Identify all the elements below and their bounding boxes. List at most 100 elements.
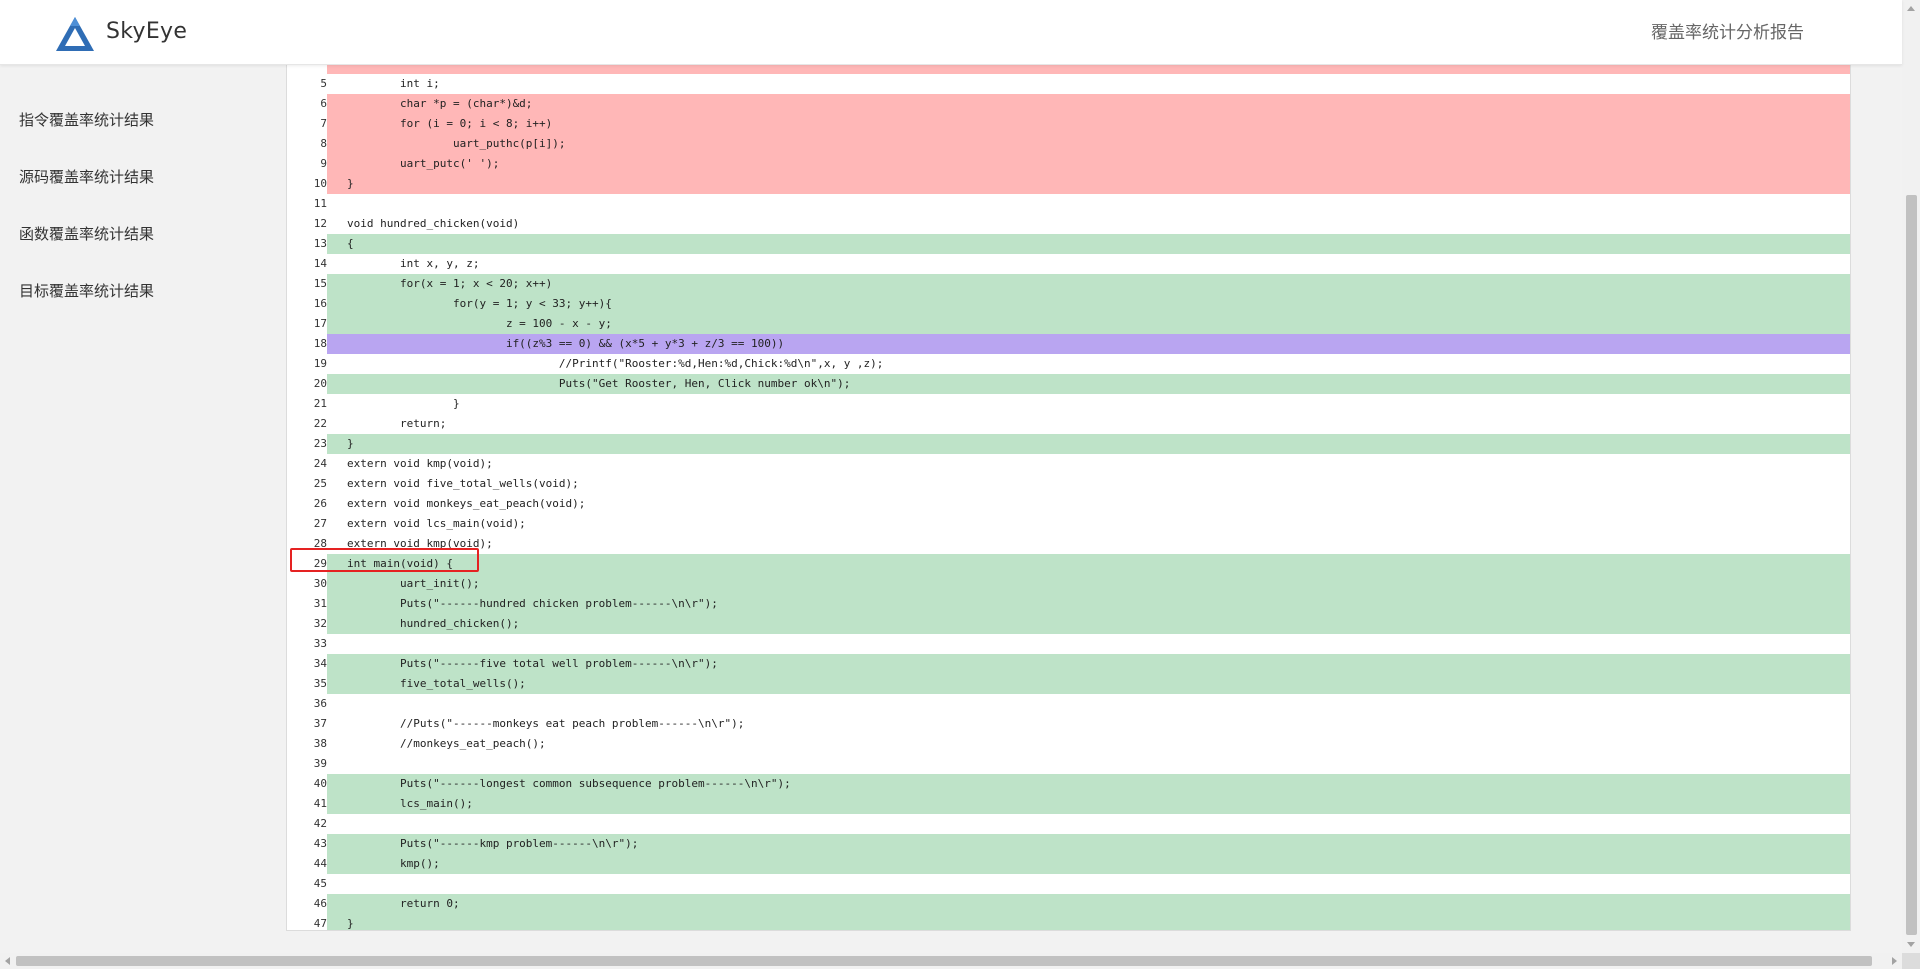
line-code-text: Puts("Get Rooster, Hen, Click number ok\… bbox=[347, 377, 851, 390]
code-line: 39 bbox=[287, 754, 1850, 774]
scroll-down-arrow-icon[interactable] bbox=[1907, 942, 1915, 947]
line-number: 26 bbox=[287, 494, 327, 514]
code-line: 14 int x, y, z; bbox=[287, 254, 1850, 274]
line-code-text: } bbox=[347, 917, 354, 930]
scroll-up-arrow-icon[interactable] bbox=[1907, 6, 1915, 11]
code-line: 5 int i; bbox=[287, 74, 1850, 94]
line-number: 33 bbox=[287, 634, 327, 654]
line-number: 45 bbox=[287, 874, 327, 894]
line-number: 19 bbox=[287, 354, 327, 374]
line-code-text: Puts("------five total well problem-----… bbox=[347, 657, 718, 670]
line-number: 46 bbox=[287, 894, 327, 914]
line-code-text: for (i = 0; i < 8; i++) bbox=[347, 117, 553, 130]
code-line: 29 int main(void) { bbox=[287, 554, 1850, 574]
line-number: 8 bbox=[287, 134, 327, 154]
line-code-text: //monkeys_eat_peach(); bbox=[347, 737, 546, 750]
line-code-text: z = 100 - x - y; bbox=[347, 317, 612, 330]
horizontal-scrollbar[interactable] bbox=[0, 953, 1902, 969]
scroll-left-arrow-icon[interactable] bbox=[5, 957, 10, 965]
sidebar-item-target-coverage[interactable]: 目标覆盖率统计结果 bbox=[19, 280, 154, 301]
line-number: 15 bbox=[287, 274, 327, 294]
line-number: 9 bbox=[287, 154, 327, 174]
line-number: 14 bbox=[287, 254, 327, 274]
line-code-text: hundred_chicken(); bbox=[347, 617, 520, 630]
line-number: 7 bbox=[287, 114, 327, 134]
code-line: 31 Puts("------hundred chicken problem--… bbox=[287, 594, 1850, 614]
line-code-text: Puts("------longest common subsequence p… bbox=[347, 777, 791, 790]
line-code-text: uart_init(); bbox=[347, 577, 480, 590]
line-number: 25 bbox=[287, 474, 327, 494]
line-number: 39 bbox=[287, 754, 327, 774]
report-title: 覆盖率统计分析报告 bbox=[1651, 23, 1804, 43]
line-number: 40 bbox=[287, 774, 327, 794]
source-code-view: 5 int i; 6 char *p = (char*)&d; 7 for (i =… bbox=[286, 64, 1851, 931]
code-line: 20 Puts("Get Rooster, Hen, Click number … bbox=[287, 374, 1850, 394]
line-code-text: void hundred_chicken(void) bbox=[347, 217, 520, 230]
code-line: 17 z = 100 - x - y; bbox=[287, 314, 1850, 334]
code-line: 37 //Puts("------monkeys eat peach probl… bbox=[287, 714, 1850, 734]
vertical-scroll-thumb[interactable] bbox=[1906, 195, 1917, 935]
sidebar-item-source-coverage[interactable]: 源码覆盖率统计结果 bbox=[19, 166, 154, 187]
line-number: 21 bbox=[287, 394, 327, 414]
line-code-text: for(y = 1; y < 33; y++){ bbox=[347, 297, 612, 310]
code-line: 36 bbox=[287, 694, 1850, 714]
brand-name[interactable]: SkyEye bbox=[106, 19, 187, 44]
scroll-right-arrow-icon[interactable] bbox=[1892, 957, 1897, 965]
code-line: 45 bbox=[287, 874, 1850, 894]
line-code-text: if((z%3 == 0) && (x*5 + y*3 + z/3 == 100… bbox=[347, 337, 785, 350]
sidebar: 指令覆盖率统计结果 源码覆盖率统计结果 函数覆盖率统计结果 目标覆盖率统计结果 bbox=[0, 64, 225, 953]
code-line: 40 Puts("------longest common subsequenc… bbox=[287, 774, 1850, 794]
line-number: 20 bbox=[287, 374, 327, 394]
line-number: 36 bbox=[287, 694, 327, 714]
highlighted-line-box bbox=[290, 548, 479, 572]
sidebar-item-function-coverage[interactable]: 函数覆盖率统计结果 bbox=[19, 223, 154, 244]
line-code-text: extern void monkeys_eat_peach(void); bbox=[347, 497, 586, 510]
sidebar-item-instruction-coverage[interactable]: 指令覆盖率统计结果 bbox=[19, 109, 154, 130]
line-code-text: extern void kmp(void); bbox=[347, 457, 493, 470]
line-number: 44 bbox=[287, 854, 327, 874]
code-line: 44 kmp(); bbox=[287, 854, 1850, 874]
line-number: 34 bbox=[287, 654, 327, 674]
skyeye-logo-icon[interactable] bbox=[54, 15, 96, 53]
line-code-text: } bbox=[347, 177, 354, 190]
code-line: 32 hundred_chicken(); bbox=[287, 614, 1850, 634]
line-number: 47 bbox=[287, 914, 327, 930]
code-line: 6 char *p = (char*)&d; bbox=[287, 94, 1850, 114]
line-number: 41 bbox=[287, 794, 327, 814]
line-number: 13 bbox=[287, 234, 327, 254]
code-line: 38 //monkeys_eat_peach(); bbox=[287, 734, 1850, 754]
code-line: 7 for (i = 0; i < 8; i++) bbox=[287, 114, 1850, 134]
code-line: 24 extern void kmp(void); bbox=[287, 454, 1850, 474]
line-code-text: for(x = 1; x < 20; x++) bbox=[347, 277, 553, 290]
code-line: 27 extern void lcs_main(void); bbox=[287, 514, 1850, 534]
line-number: 31 bbox=[287, 594, 327, 614]
line-number: 12 bbox=[287, 214, 327, 234]
code-line bbox=[287, 64, 1850, 74]
code-line: 41 lcs_main(); bbox=[287, 794, 1850, 814]
code-line: 46 return 0; bbox=[287, 894, 1850, 914]
line-code-text: char *p = (char*)&d; bbox=[347, 97, 533, 110]
line-number: 35 bbox=[287, 674, 327, 694]
code-line: 34 Puts("------five total well problem--… bbox=[287, 654, 1850, 674]
line-number: 17 bbox=[287, 314, 327, 334]
line-number: 11 bbox=[287, 194, 327, 214]
code-line: 12 void hundred_chicken(void) bbox=[287, 214, 1850, 234]
line-number: 23 bbox=[287, 434, 327, 454]
app-header: SkyEye 覆盖率统计分析报告 bbox=[0, 0, 1902, 65]
horizontal-scroll-thumb[interactable] bbox=[16, 956, 1872, 966]
line-number: 38 bbox=[287, 734, 327, 754]
code-line: 23} bbox=[287, 434, 1850, 454]
main-content: 5 int i; 6 char *p = (char*)&d; 7 for (i =… bbox=[225, 64, 1902, 953]
line-code-text: //Puts("------monkeys eat peach problem-… bbox=[347, 717, 745, 730]
code-line: 16 for(y = 1; y < 33; y++){ bbox=[287, 294, 1850, 314]
line-number: 37 bbox=[287, 714, 327, 734]
line-code-text: kmp(); bbox=[347, 857, 440, 870]
line-code-text: extern void five_total_wells(void); bbox=[347, 477, 579, 490]
code-line: 28 extern void kmp(void); bbox=[287, 534, 1850, 554]
line-number: 42 bbox=[287, 814, 327, 834]
scrollbar-corner bbox=[1902, 953, 1920, 969]
vertical-scrollbar[interactable] bbox=[1902, 0, 1920, 953]
code-line: 8 uart_puthc(p[i]); bbox=[287, 134, 1850, 154]
code-line: 13 { bbox=[287, 234, 1850, 254]
code-line: 21 } bbox=[287, 394, 1850, 414]
